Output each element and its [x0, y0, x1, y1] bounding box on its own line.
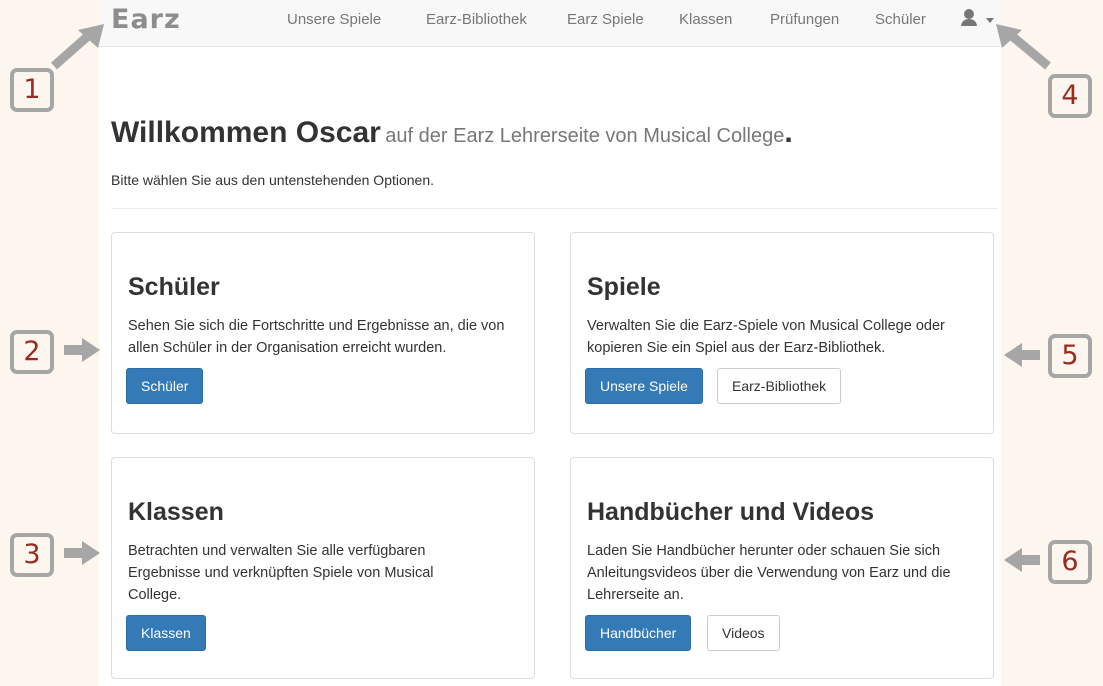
- panel-classes: Klassen Betrachten und verwalten Sie all…: [111, 457, 535, 679]
- callout-arrow-6: [1004, 548, 1040, 572]
- callout-arrow-1: [51, 24, 104, 70]
- panel-games: Spiele Verwalten Sie die Earz-Spiele von…: [570, 232, 994, 434]
- videos-button[interactable]: Videos: [707, 615, 780, 651]
- students-button[interactable]: Schüler: [126, 368, 204, 404]
- nav-earz-bibliothek[interactable]: Earz-Bibliothek: [426, 11, 527, 28]
- panel-students-text: Sehen Sie sich die Fortschritte und Erge…: [128, 318, 505, 356]
- callout-arrow-2: [64, 338, 100, 362]
- instruction-text: Bitte wählen Sie aus den untenstehenden …: [111, 172, 435, 188]
- welcome-period: .: [784, 116, 793, 149]
- panel-games-title: Spiele: [587, 273, 661, 301]
- divider: [111, 208, 998, 209]
- callout-1: 1: [10, 68, 54, 112]
- panel-games-text: Verwalten Sie die Earz-Spiele von Musica…: [587, 318, 945, 356]
- nav-pruefungen[interactable]: Prüfungen: [770, 11, 839, 28]
- callout-arrow-4: [996, 24, 1051, 70]
- panel-manuals-text: Laden Sie Handbücher herunter oder schau…: [587, 543, 951, 603]
- callout-2: 2: [10, 330, 54, 374]
- welcome-heading: Willkommen Oscar auf der Earz Lehrerseit…: [111, 116, 793, 150]
- brand-logo[interactable]: Earz: [111, 4, 181, 35]
- teacher-page: Earz Unsere Spiele Earz-Bibliothek Earz …: [99, 0, 1001, 686]
- top-navbar: Earz Unsere Spiele Earz-Bibliothek Earz …: [99, 0, 1001, 47]
- panel-manuals: Handbücher und Videos Laden Sie Handbüch…: [570, 457, 994, 679]
- nav-earz-spiele[interactable]: Earz Spiele: [567, 11, 644, 28]
- panel-students: Schüler Sehen Sie sich die Fortschritte …: [111, 232, 535, 434]
- panel-students-title: Schüler: [128, 273, 220, 301]
- callout-4: 4: [1048, 74, 1092, 118]
- panel-classes-text: Betrachten und verwalten Sie alle verfüg…: [128, 543, 434, 603]
- callout-arrow-3: [64, 541, 100, 565]
- panel-classes-title: Klassen: [128, 498, 224, 526]
- nav-unsere-spiele[interactable]: Unsere Spiele: [287, 11, 381, 28]
- nav-klassen[interactable]: Klassen: [679, 11, 732, 28]
- callout-5: 5: [1048, 334, 1092, 378]
- earz-library-button[interactable]: Earz-Bibliothek: [717, 368, 842, 404]
- manuals-button[interactable]: Handbücher: [585, 615, 692, 651]
- callout-3: 3: [10, 533, 54, 577]
- classes-button[interactable]: Klassen: [126, 615, 206, 651]
- welcome-subtitle: auf der Earz Lehrerseite von Musical Col…: [385, 125, 785, 147]
- user-icon: [961, 9, 977, 26]
- our-games-button[interactable]: Unsere Spiele: [585, 368, 703, 404]
- nav-schueler[interactable]: Schüler: [875, 11, 926, 28]
- callout-arrow-5: [1004, 343, 1040, 367]
- panel-manuals-title: Handbücher und Videos: [587, 498, 875, 526]
- welcome-title: Willkommen Oscar: [111, 116, 381, 149]
- callout-6: 6: [1048, 540, 1092, 584]
